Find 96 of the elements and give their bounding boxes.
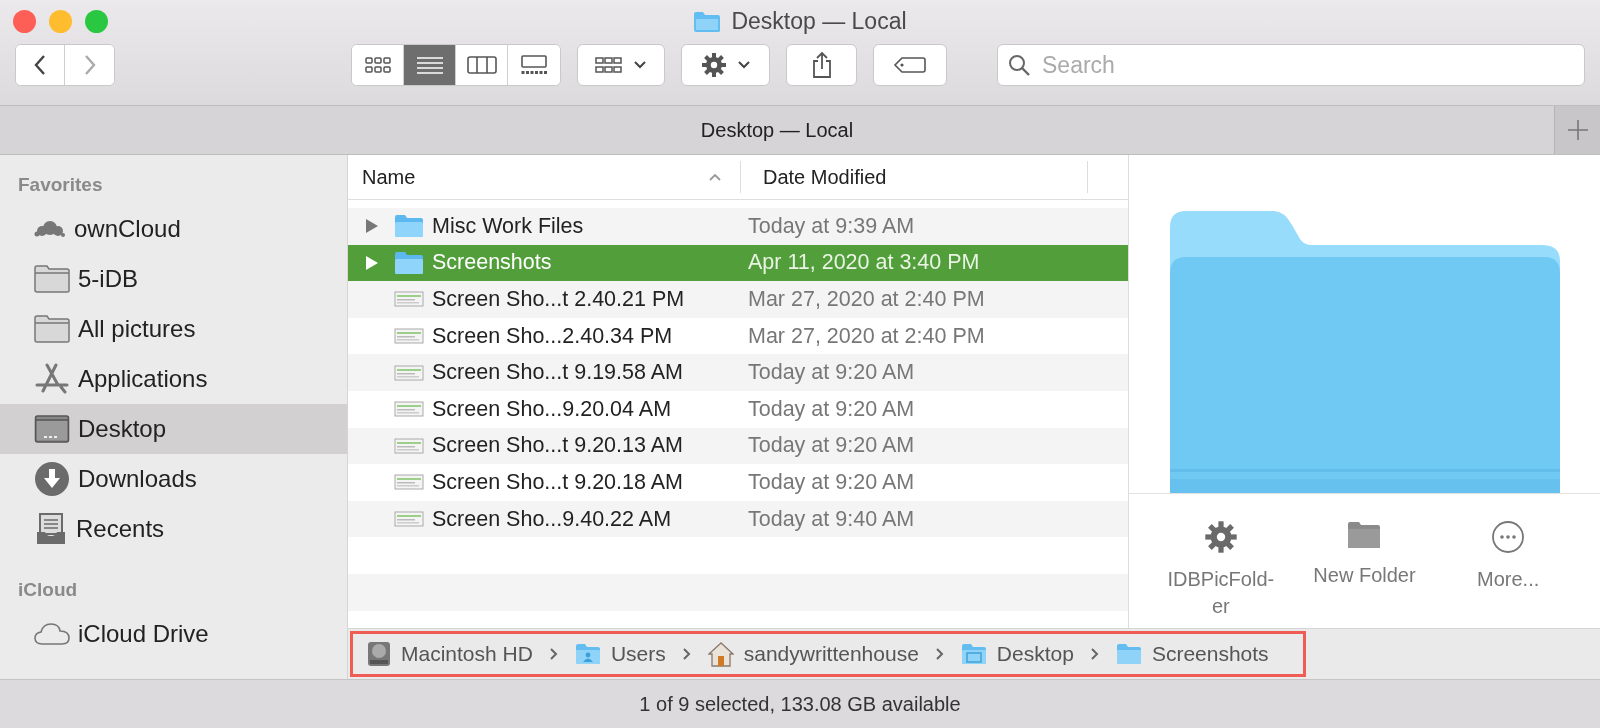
share-icon — [810, 51, 833, 79]
back-button[interactable] — [16, 45, 65, 85]
sidebar-item[interactable]: Recents — [0, 504, 347, 554]
columns-icon — [466, 56, 497, 74]
view-mode-button[interactable] — [404, 45, 456, 85]
section-heading: Favorites — [17, 173, 104, 197]
date-modified: Today at 9:20 AM — [748, 396, 915, 422]
chevron-left-icon — [33, 54, 47, 76]
column-header[interactable]: Date Modified — [741, 161, 1088, 193]
sidebar-item[interactable]: Applications — [0, 354, 347, 404]
sidebar-item[interactable]: 5-iDB — [0, 254, 347, 304]
sidebar-item[interactable]: Downloads — [0, 454, 347, 504]
chevron-right-icon — [934, 647, 945, 661]
path-item[interactable]: Users — [574, 642, 666, 666]
status-text: 1 of 9 selected, 133.08 GB available — [639, 692, 961, 716]
tag-button[interactable] — [873, 44, 947, 86]
new-tab-button[interactable] — [1554, 106, 1600, 154]
window-title: Desktop — Local — [731, 8, 907, 35]
path-item[interactable]: Macintosh HD — [367, 641, 533, 667]
view-switcher[interactable] — [351, 44, 561, 86]
sort-ascending-icon — [708, 172, 722, 182]
file-name: Screenshots — [432, 250, 553, 276]
file-name: Screen Sho...t 9.20.13 AM — [432, 433, 684, 459]
cloud-icon — [34, 622, 70, 646]
disclosure-triangle-icon[interactable] — [365, 254, 379, 271]
desktop-folder-icon — [960, 643, 987, 665]
sidebar-item[interactable]: iCloud Drive — [0, 609, 347, 659]
inbox-tray-icon — [34, 512, 68, 546]
folder-icon — [394, 214, 424, 239]
gear-icon — [1203, 520, 1238, 554]
disclosure-triangle-icon[interactable] — [365, 218, 379, 235]
file-name: Screen Sho...t 2.40.21 PM — [432, 287, 686, 312]
file-name: Screen Sho...2.40.34 PM — [432, 323, 674, 349]
date-modified: Today at 9:20 AM — [748, 469, 915, 495]
grid-icon — [595, 56, 623, 74]
sidebar-item[interactable]: ownCloud — [0, 204, 347, 254]
quick-action-button[interactable]: More... — [1443, 520, 1574, 620]
user-folder-icon — [574, 643, 601, 665]
view-mode-button[interactable] — [352, 45, 404, 85]
date-modified: Today at 9:40 AM — [748, 506, 915, 532]
chevron-right-icon — [548, 647, 559, 661]
date-modified: Apr 11, 2020 at 3:40 PM — [748, 250, 980, 276]
column-header[interactable]: Name — [348, 161, 741, 193]
path-item[interactable]: Screenshots — [1115, 642, 1269, 666]
file-row[interactable]: Screen Sho...t 9.20.13 AM Today at 9:20 AM — [348, 427, 1128, 465]
path-item[interactable]: Desktop — [960, 642, 1074, 666]
gear-icon — [700, 52, 727, 78]
chevron-right-icon — [82, 54, 97, 76]
list-icon — [415, 56, 444, 74]
folder-icon — [34, 264, 70, 294]
group-button[interactable] — [577, 44, 665, 86]
tag-icon — [893, 56, 927, 74]
date-modified: Today at 9:20 AM — [748, 360, 915, 386]
house-icon — [707, 641, 734, 667]
hard-drive-icon — [367, 641, 391, 667]
file-row[interactable]: Screen Sho...t 2.40.21 PM Mar 27, 2020 at 2:40 PM — [348, 281, 1128, 318]
date-modified: Mar 27, 2020 at 2:40 PM — [748, 287, 985, 312]
search-icon — [1007, 53, 1031, 77]
folder-icon — [1347, 520, 1382, 550]
more-icon — [1491, 520, 1526, 554]
search-field[interactable]: Search — [997, 44, 1585, 86]
date-modified: Today at 9:20 AM — [748, 433, 915, 459]
file-name: Screen Sho...t 9.20.18 AM — [432, 469, 684, 495]
caret-icon — [736, 60, 751, 70]
plus-icon — [1566, 119, 1589, 141]
grid-icon — [364, 56, 391, 74]
file-row[interactable]: Misc Work Files Today at 9:39 AM — [348, 208, 1128, 245]
folder-icon — [693, 10, 722, 33]
folder-icon — [1115, 643, 1142, 665]
app-store-icon — [34, 363, 70, 395]
folder-icon — [34, 314, 70, 344]
cloud-icon — [34, 218, 66, 240]
section-heading: iCloud — [17, 578, 79, 602]
file-name: Screen Sho...9.40.22 AM — [432, 506, 673, 532]
folder-icon — [394, 250, 424, 275]
file-name: Misc Work Files — [432, 213, 585, 239]
gallery-icon — [519, 55, 549, 75]
share-button[interactable] — [786, 44, 857, 86]
download-icon — [34, 461, 70, 497]
file-name: Screen Sho...9.20.04 AM — [432, 396, 673, 422]
caret-icon — [633, 60, 647, 70]
quick-action-button[interactable]: New Folder — [1299, 520, 1430, 620]
sidebar-item[interactable]: All pictures — [0, 304, 347, 354]
file-row[interactable]: Screen Sho...9.40.22 AM Today at 9:40 AM — [348, 500, 1128, 538]
quick-action-button[interactable]: IDBPicFold- er — [1155, 520, 1286, 620]
close-button[interactable] — [13, 9, 36, 33]
file-name: Screen Sho...t 9.19.58 AM — [432, 360, 684, 386]
date-modified: Mar 27, 2020 at 2:40 PM — [748, 323, 985, 349]
date-modified: Today at 9:39 AM — [748, 213, 915, 239]
chevron-right-icon — [681, 647, 692, 661]
file-row[interactable]: Screen Sho...t 9.19.58 AM Today at 9:20 AM — [348, 354, 1128, 391]
action-button[interactable] — [681, 44, 770, 86]
chevron-right-icon — [1089, 647, 1100, 661]
desktop-icon — [34, 414, 70, 444]
sidebar-item[interactable]: Desktop — [0, 404, 347, 454]
path-item[interactable]: sandywrittenhouse — [707, 641, 919, 667]
